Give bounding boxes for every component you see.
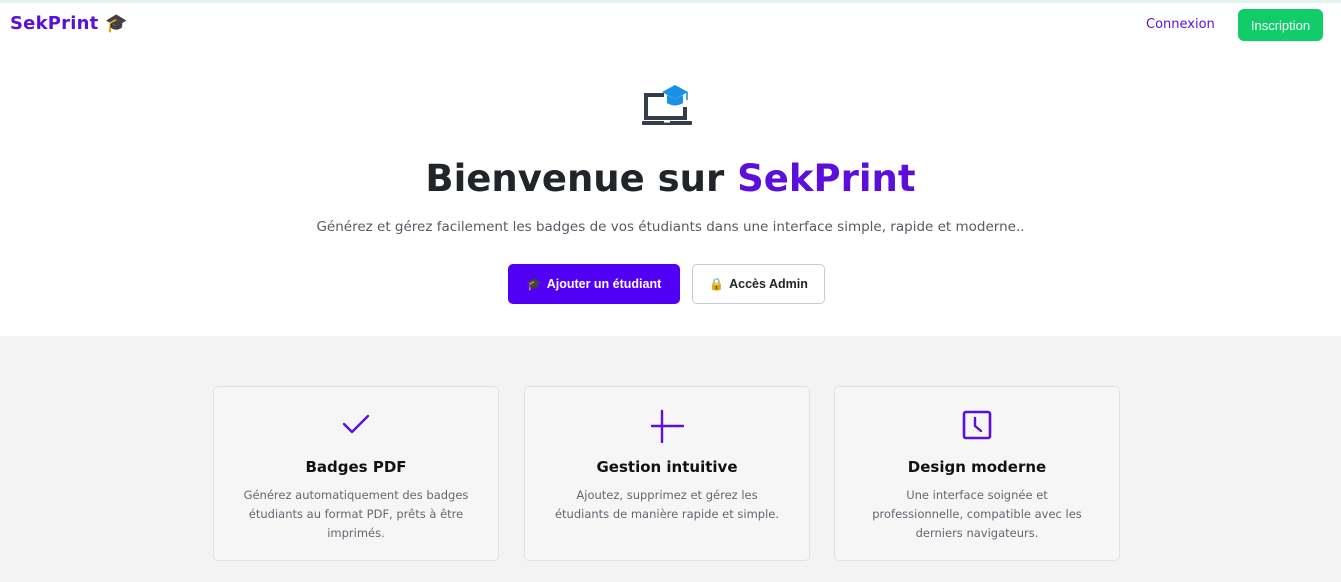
hero-title-prefix: Bienvenue sur: [425, 157, 725, 200]
brand-name: SekPrint: [10, 13, 99, 34]
feature-title: Design moderne: [907, 458, 1047, 476]
feature-title: Badges PDF: [305, 458, 407, 476]
admin-access-label: Accès Admin: [729, 277, 808, 291]
feature-card-badges: Badges PDF Générez automatiquement des b…: [213, 386, 499, 561]
feature-title: Gestion intuitive: [596, 458, 738, 476]
feature-text: Une interface soignée et professionnelle…: [872, 488, 1082, 540]
navbar: SekPrint 🎓 Connexion Inscription: [0, 3, 1341, 45]
feature-card-management: Gestion intuitive Ajoutez, supprimez et …: [524, 386, 810, 561]
lock-icon: 🔒: [709, 277, 725, 291]
laptop-graduation-cap-icon: [642, 85, 692, 125]
feature-text: Ajoutez, supprimez et gérez les étudiant…: [554, 488, 780, 521]
admin-access-button[interactable]: 🔒 Accès Admin: [692, 264, 825, 304]
hero-title-accent: SekPrint: [737, 157, 916, 200]
brand-logo[interactable]: SekPrint 🎓: [10, 13, 128, 34]
graduation-cap-icon: 🎓: [526, 277, 542, 291]
hero-section: Bienvenue sur SekPrint Générez et gérez …: [0, 45, 1341, 336]
hero-title: Bienvenue sur SekPrint: [0, 157, 1341, 201]
login-link[interactable]: Connexion: [1146, 17, 1215, 32]
plus-minus-icon: [650, 409, 684, 443]
check-icon: [342, 414, 370, 434]
add-student-label: Ajouter un étudiant: [546, 277, 662, 291]
add-student-button[interactable]: 🎓 Ajouter un étudiant: [508, 264, 680, 304]
graduation-cap-icon: 🎓: [105, 12, 128, 34]
feature-text: Générez automatiquement des badges étudi…: [243, 488, 469, 540]
clock-icon: [962, 410, 992, 440]
features-section: Badges PDF Générez automatiquement des b…: [0, 336, 1341, 582]
hero-subtitle: Générez et gérez facilement les badges d…: [316, 219, 1025, 235]
feature-card-design: Design moderne Une interface soignée et …: [834, 386, 1120, 561]
signup-button[interactable]: Inscription: [1238, 9, 1323, 41]
